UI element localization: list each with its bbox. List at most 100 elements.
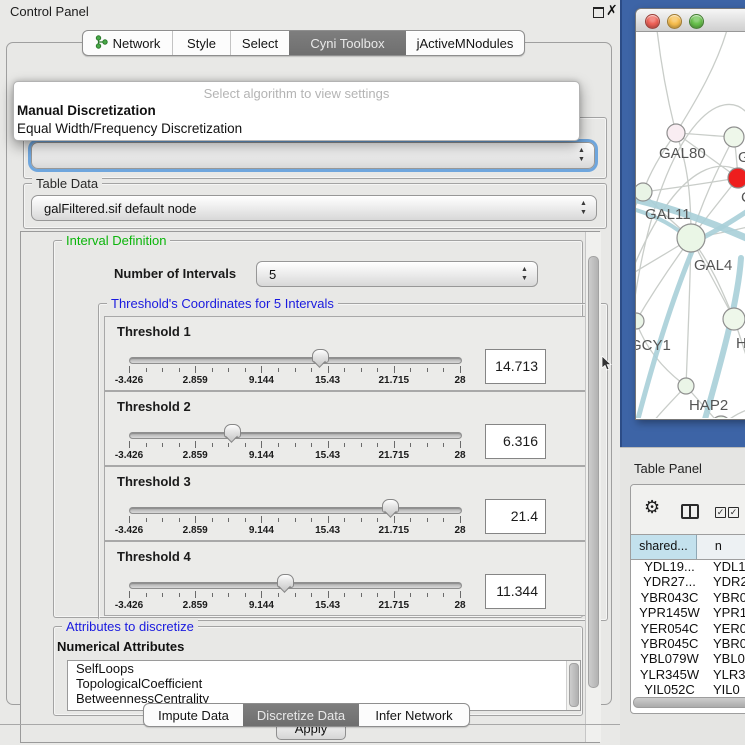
slider-thumb[interactable] (382, 499, 399, 513)
table-horizontal-scrollbar[interactable] (633, 697, 745, 706)
node-circle[interactable] (667, 124, 685, 142)
column-header-shared-name[interactable]: shared... (631, 535, 697, 559)
attributes-scrollbar[interactable] (566, 661, 580, 710)
tab-infer-network[interactable]: Infer Network (359, 704, 469, 726)
slider-thumb[interactable] (312, 349, 329, 363)
threshold-slider[interactable]: -3.4262.8599.14415.4321.71528 (129, 422, 460, 462)
tick-label: 9.144 (249, 600, 274, 611)
tick-mark (261, 516, 262, 523)
node-circle[interactable] (677, 224, 705, 252)
attribute-item-selfloops[interactable]: SelfLoops (68, 661, 580, 676)
split-view-icon[interactable] (681, 504, 699, 519)
tab-jactivemnodules[interactable]: jActiveMNodules (406, 31, 524, 55)
threshold-panel-4: Threshold 4-3.4262.8599.14415.4321.71528… (104, 541, 600, 616)
node-circle[interactable] (723, 308, 745, 330)
zoom-traffic-light-icon[interactable] (689, 14, 704, 29)
threshold-label: Threshold 2 (117, 399, 191, 414)
algorithm-option-manual-discretization[interactable]: Manual Discretization (16, 102, 577, 120)
threshold-value-field[interactable]: 14.713 (485, 349, 546, 384)
tab-impute-data[interactable]: Impute Data (144, 704, 243, 726)
slider-thumb[interactable] (277, 574, 294, 588)
table-row[interactable]: YBL079WYBL0 (631, 651, 745, 666)
node-circle[interactable] (724, 127, 744, 147)
tick-mark (410, 443, 411, 447)
threshold-slider[interactable]: -3.4262.8599.14415.4321.71528 (129, 497, 460, 537)
tick-mark (212, 518, 213, 522)
gear-icon[interactable]: ⚙ (644, 497, 660, 518)
table-row[interactable]: YDR27...YDR2 (631, 574, 745, 589)
threshold-label: Threshold 1 (117, 324, 191, 339)
tick-label: -3.426 (115, 600, 143, 611)
close-icon[interactable]: ✗ (606, 2, 618, 19)
bottom-tab-bar: Impute DataDiscretize DataInfer Network (143, 703, 470, 727)
table-row[interactable]: YDL19...YDL1 (631, 559, 745, 574)
tick-mark (129, 441, 130, 448)
close-traffic-light-icon[interactable] (645, 14, 660, 29)
numerical-attributes-label: Numerical Attributes (57, 639, 184, 654)
checkbox-checked-icon[interactable]: ✓ (715, 507, 726, 518)
node-circle[interactable] (636, 183, 652, 201)
number-of-intervals-combobox[interactable]: 5 ▲▼ (256, 261, 538, 287)
slider-track[interactable] (129, 507, 462, 514)
minimize-traffic-light-icon[interactable] (667, 14, 682, 29)
tick-mark (146, 443, 147, 447)
table-row[interactable]: YER054CYER0 (631, 621, 745, 636)
scrollbar-thumb[interactable] (633, 697, 745, 708)
tab-cyni-toolbox[interactable]: Cyni Toolbox (289, 31, 406, 55)
table-row[interactable]: YLR345WYLR3 (631, 667, 745, 682)
tick-mark (410, 518, 411, 522)
tick-mark (443, 518, 444, 522)
tick-mark (245, 368, 246, 372)
tick-mark (377, 368, 378, 372)
scrollbar-thumb[interactable] (588, 256, 599, 688)
slider-track[interactable] (129, 582, 462, 589)
slider-tick-labels: -3.4262.8599.14415.4321.71528 (129, 525, 460, 537)
threshold-value-field[interactable]: 11.344 (485, 574, 546, 609)
node-circle[interactable] (636, 313, 644, 329)
tick-mark (261, 591, 262, 598)
slider-thumb[interactable] (224, 424, 241, 438)
network-canvas[interactable]: GAL80GACGAL11GAL4GCY1HHAP2 (636, 32, 745, 418)
node-label: C (741, 189, 745, 206)
tick-mark (311, 518, 312, 522)
tick-label: 28 (454, 600, 465, 611)
cell-shared-name: YLR345W (631, 667, 708, 682)
attribute-item-topologicalcoefficient[interactable]: TopologicalCoefficient (68, 676, 580, 691)
threshold-slider[interactable]: -3.4262.8599.14415.4321.71528 (129, 347, 460, 387)
tab-discretize-data[interactable]: Discretize Data (243, 704, 359, 726)
settings-vertical-scrollbar[interactable] (585, 232, 601, 742)
threshold-slider[interactable]: -3.4262.8599.14415.4321.71528 (129, 572, 460, 612)
table-data-combobox[interactable]: galFiltered.sif default node ▲▼ (31, 195, 597, 221)
tick-mark (311, 368, 312, 372)
threshold-value-field[interactable]: 6.316 (485, 424, 546, 459)
node-circle[interactable] (728, 168, 745, 188)
table-row[interactable]: YBR045CYBR0 (631, 636, 745, 651)
tab-select[interactable]: Select (231, 31, 289, 55)
tick-mark (245, 443, 246, 447)
threshold-value-field[interactable]: 21.4 (485, 499, 546, 534)
slider-track[interactable] (129, 432, 462, 439)
tick-mark (394, 591, 395, 598)
network-window-titlebar[interactable] (636, 9, 745, 32)
tick-mark (377, 443, 378, 447)
table-row[interactable]: YIL052CYIL0 (631, 682, 745, 695)
algorithm-combobox[interactable]: ▲▼ (31, 142, 595, 169)
table-row[interactable]: YPR145WYPR1 (631, 605, 745, 620)
scrollbar-thumb[interactable] (569, 663, 579, 707)
node-label: GCY1 (636, 337, 671, 354)
checkbox-checked-icon[interactable]: ✓ (728, 507, 739, 518)
tab-style[interactable]: Style (173, 31, 231, 55)
tick-mark (427, 443, 428, 447)
tick-mark (361, 368, 362, 372)
tick-mark (162, 518, 163, 522)
float-window-icon[interactable] (593, 7, 604, 18)
table-row[interactable]: YBR043CYBR0 (631, 590, 745, 605)
tick-label: 28 (454, 375, 465, 386)
tick-mark (344, 593, 345, 597)
node-circle[interactable] (678, 378, 694, 394)
tick-mark (460, 366, 461, 373)
column-header-name[interactable]: n (697, 535, 745, 559)
algorithm-option-equal-width-frequency-discretization[interactable]: Equal Width/Frequency Discretization (16, 120, 577, 138)
tab-network[interactable]: Network (83, 31, 173, 55)
slider-track[interactable] (129, 357, 462, 364)
